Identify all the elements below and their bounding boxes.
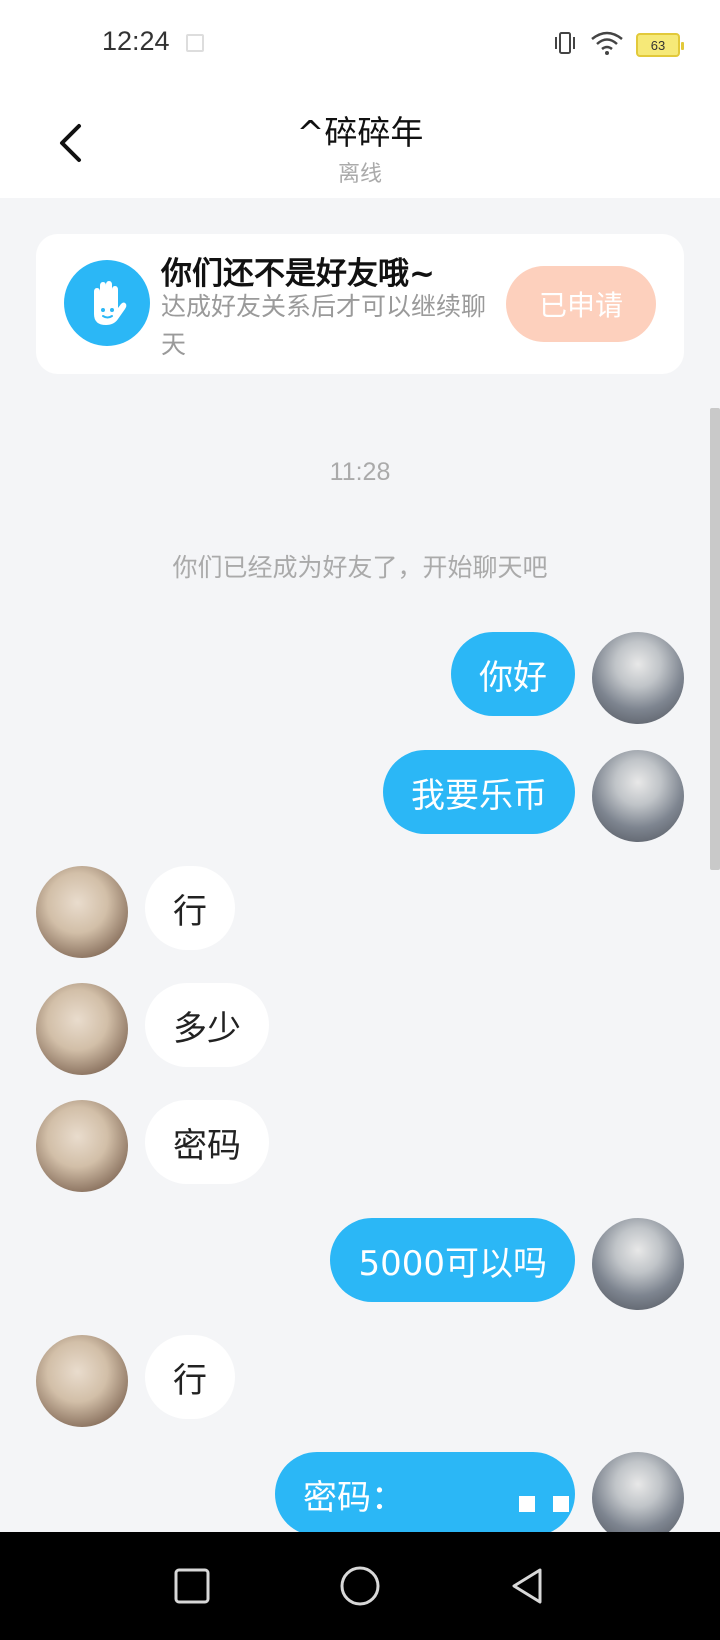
message-bubble[interactable]: 行	[145, 1335, 235, 1419]
message-row: 5000可以吗	[0, 1218, 720, 1310]
message-row: 行	[0, 1335, 720, 1427]
message-bubble[interactable]: 5000可以吗	[330, 1218, 575, 1302]
contact-avatar[interactable]	[36, 1335, 128, 1427]
message-bubble[interactable]: 密码：	[275, 1452, 575, 1536]
system-message: 你们已经成为好友了，开始聊天吧	[172, 553, 548, 582]
home-icon	[340, 1566, 380, 1606]
my-avatar[interactable]	[592, 1452, 684, 1544]
message-row: 你好	[0, 632, 720, 724]
my-avatar[interactable]	[592, 632, 684, 724]
message-bubble[interactable]: 你好	[451, 632, 575, 716]
page-title: ^碎碎年	[296, 113, 424, 152]
wifi-icon	[590, 30, 624, 60]
back-nav-button[interactable]	[504, 1562, 552, 1610]
redacted-squares	[519, 1496, 569, 1512]
friend-notice-card: 你们还不是好友哦~ 达成好友关系后才可以继续聊天 已申请	[36, 234, 684, 374]
contact-avatar[interactable]	[36, 866, 128, 958]
message-timestamp: 11:28	[329, 458, 391, 486]
system-nav-bar	[0, 1532, 720, 1640]
title-wrap: ^碎碎年 离线	[0, 106, 720, 188]
recents-icon	[174, 1568, 210, 1604]
message-bubble[interactable]: 我要乐币	[383, 750, 575, 834]
status-bar: 12:24 63	[0, 0, 720, 88]
battery-icon: 63	[636, 33, 684, 57]
my-avatar[interactable]	[592, 1218, 684, 1310]
battery-level: 63	[650, 37, 666, 53]
message-bubble[interactable]: 密码	[145, 1100, 269, 1184]
applied-button[interactable]: 已申请	[506, 266, 656, 342]
message-row: 密码：	[0, 1452, 720, 1544]
notice-title: 你们还不是好友哦~	[161, 256, 435, 292]
message-bubble[interactable]: 行	[145, 866, 235, 950]
home-button[interactable]	[336, 1562, 384, 1610]
contact-avatar[interactable]	[36, 983, 128, 1075]
status-time: 12:24	[102, 26, 170, 56]
message-text: 密码：	[303, 1477, 405, 1518]
message-row: 行	[0, 866, 720, 958]
message-bubble[interactable]: 多少	[145, 983, 269, 1067]
my-avatar[interactable]	[592, 750, 684, 842]
message-row: 密码	[0, 1100, 720, 1192]
chat-header: ^碎碎年 离线	[0, 88, 720, 198]
vibrate-icon	[552, 30, 578, 60]
contact-avatar[interactable]	[36, 1100, 128, 1192]
message-row: 多少	[0, 983, 720, 1075]
online-status: 离线	[337, 162, 382, 187]
message-row: 我要乐币	[0, 750, 720, 842]
waving-hand-icon	[64, 260, 150, 346]
back-triangle-icon	[512, 1568, 542, 1604]
status-icons: 63	[552, 30, 684, 60]
notice-description: 达成好友关系后才可以继续聊天	[161, 292, 487, 359]
notification-icon	[186, 34, 204, 52]
recents-button[interactable]	[168, 1562, 216, 1610]
